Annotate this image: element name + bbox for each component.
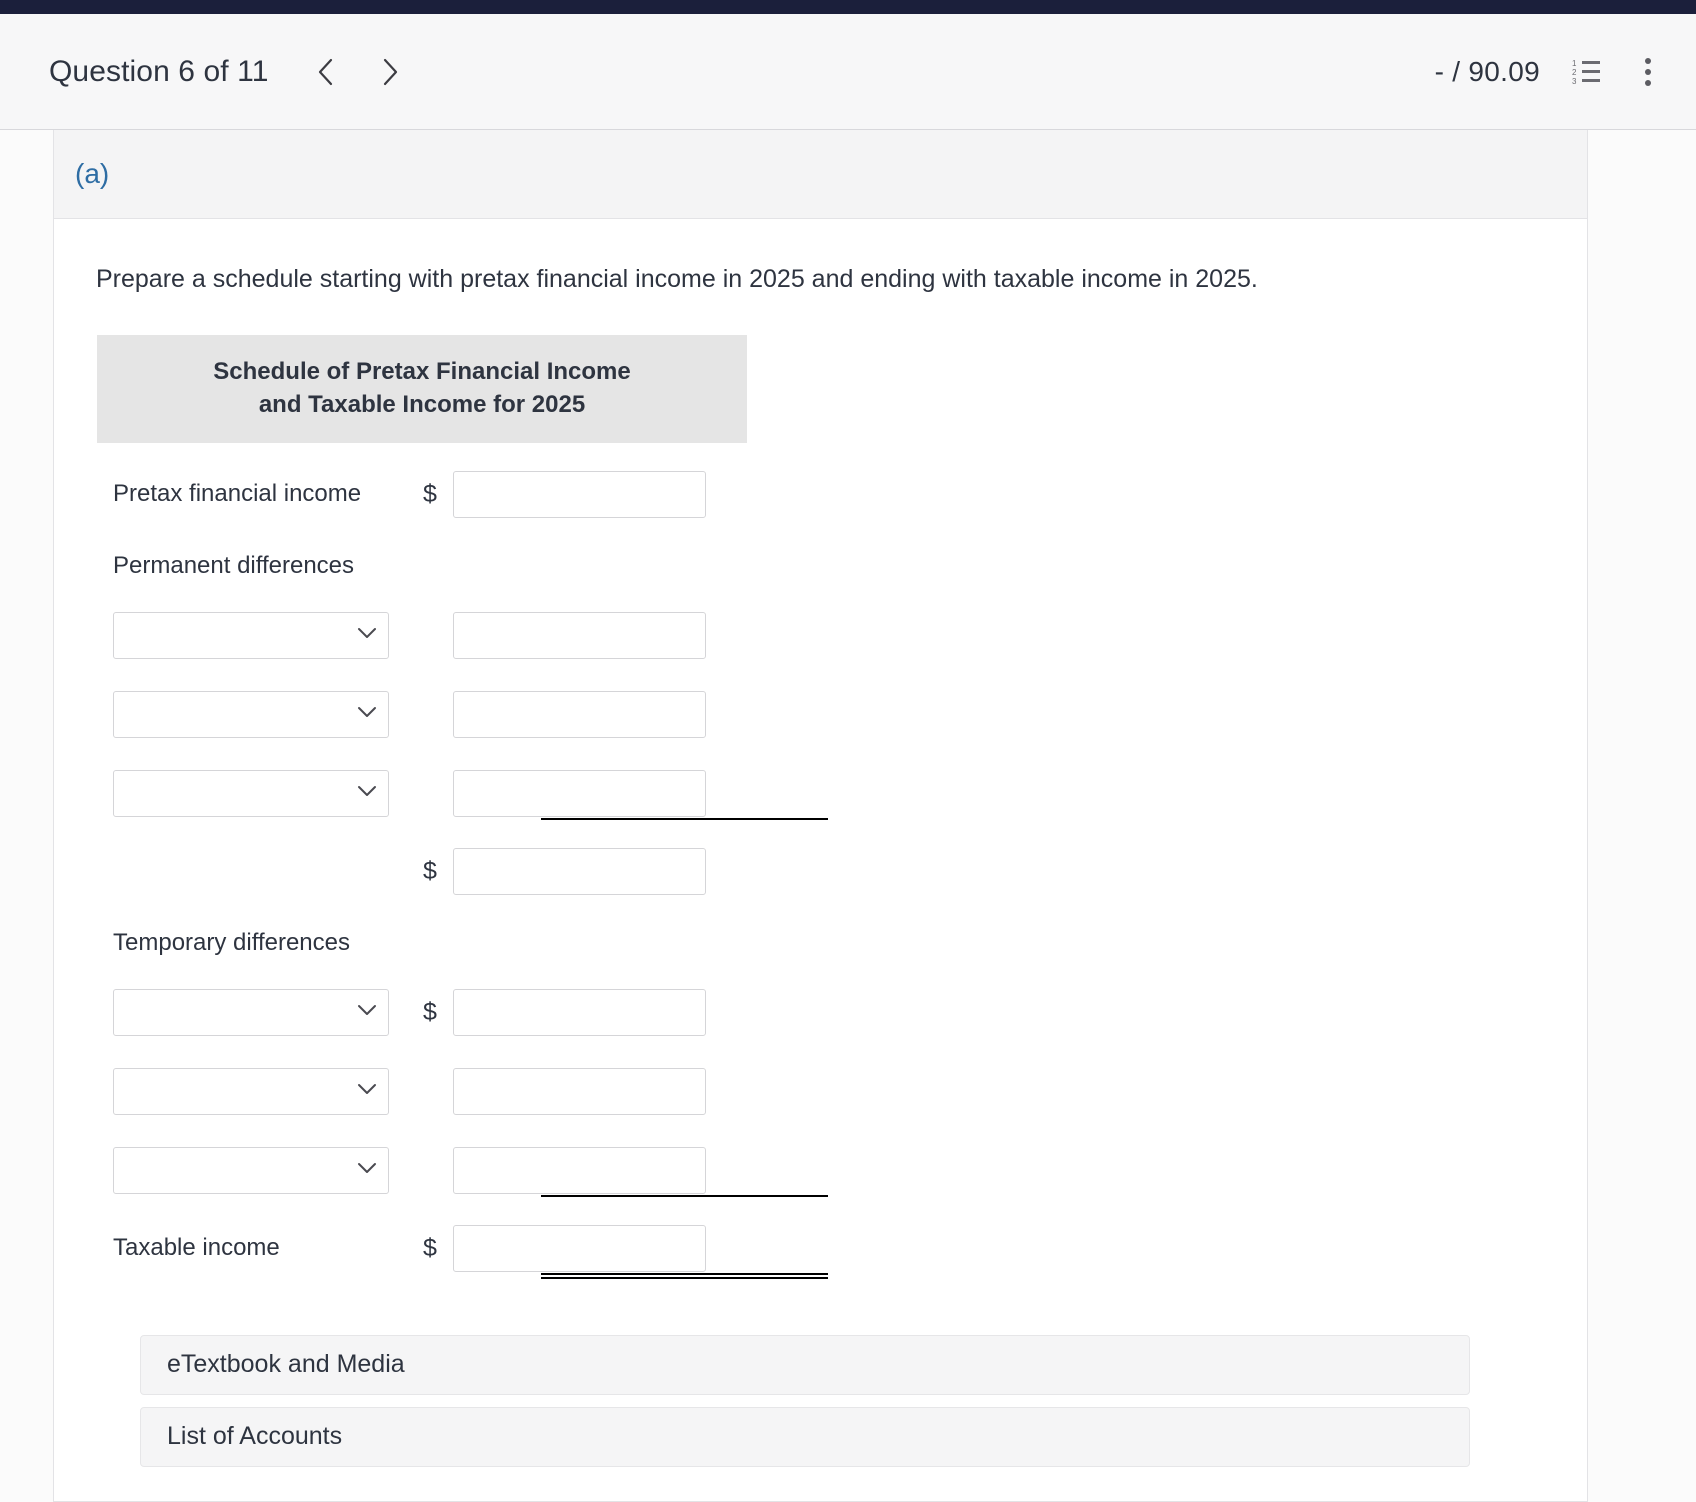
temporary-difference-2-input[interactable]	[453, 1067, 706, 1115]
chevron-left-icon[interactable]	[313, 55, 339, 89]
kebab-dot-3	[1645, 79, 1651, 86]
header-right-group: - / 90.09 1 2 3	[1435, 55, 1662, 89]
taxable-income-input[interactable]	[453, 1224, 706, 1272]
schedule-title-line-1: Schedule of Pretax Financial Income	[213, 357, 631, 385]
dollar-placeholder-temp-2: $	[423, 1077, 453, 1106]
dollar-sign-temporary-1: $	[423, 997, 437, 1026]
row-taxable-income: Taxable income $	[97, 1222, 828, 1279]
dollar-sign-permanent-subtotal: $	[423, 856, 437, 885]
permanent-difference-1-input[interactable]	[453, 611, 706, 659]
dollar-placeholder-perm-2: $	[423, 700, 453, 729]
permanent-difference-3-input[interactable]	[453, 769, 706, 817]
row-temporary-difference-2: $	[97, 1065, 797, 1118]
row-permanent-difference-3: $	[97, 767, 828, 820]
taxable-income-total-rule	[541, 1272, 828, 1279]
page-background: (a) Prepare a schedule starting with pre…	[0, 130, 1696, 1502]
permanent-differences-subtotal-input[interactable]	[453, 847, 706, 895]
dollar-sign-taxable-income: $	[423, 1233, 437, 1262]
kebab-dot-1	[1645, 57, 1651, 64]
temporary-difference-3-select[interactable]	[113, 1146, 389, 1194]
resource-buttons: eTextbook and Media List of Accounts	[140, 1334, 1470, 1467]
question-navigation	[313, 55, 403, 89]
dollar-placeholder-temp-3: $	[423, 1156, 453, 1185]
permanent-difference-1-select[interactable]	[113, 611, 389, 659]
etextbook-and-media-button[interactable]: eTextbook and Media	[140, 1334, 1470, 1395]
question-header: Question 6 of 11 - / 90.09 1 2 3	[0, 14, 1696, 130]
dollar-placeholder-perm-1: $	[423, 621, 453, 650]
part-label: (a)	[75, 158, 110, 189]
schedule-table: Schedule of Pretax Financial Income and …	[97, 334, 828, 1279]
schedule-title: Schedule of Pretax Financial Income and …	[97, 334, 747, 443]
permanent-difference-3-select[interactable]	[113, 769, 389, 817]
svg-text:3: 3	[1572, 77, 1577, 86]
question-body: Prepare a schedule starting with pretax …	[54, 219, 1587, 1467]
dollar-sign-pretax: $	[423, 479, 437, 508]
temporary-differences-heading: Temporary differences	[113, 928, 350, 956]
temporary-difference-3-input[interactable]	[453, 1146, 706, 1194]
kebab-dot-2	[1645, 68, 1651, 75]
svg-text:2: 2	[1572, 68, 1577, 77]
permanent-difference-2-select[interactable]	[113, 690, 389, 738]
top-accent-bar	[0, 0, 1696, 14]
temporary-difference-1-select-wrap	[113, 988, 389, 1036]
temporary-difference-2-select[interactable]	[113, 1067, 389, 1115]
page-title: Question 6 of 11	[49, 54, 269, 88]
row-permanent-difference-1: $	[97, 609, 797, 662]
list-of-accounts-button[interactable]: List of Accounts	[140, 1406, 1470, 1467]
row-temporary-difference-1: $	[97, 986, 797, 1039]
taxable-income-label: Taxable income	[113, 1234, 280, 1262]
permanent-difference-2-input[interactable]	[453, 690, 706, 738]
svg-text:1: 1	[1572, 59, 1577, 68]
permanent-difference-1-select-wrap	[113, 611, 389, 659]
kebab-menu-icon[interactable]	[1634, 55, 1662, 89]
permanent-differences-heading: Permanent differences	[113, 551, 355, 579]
chevron-right-icon[interactable]	[377, 55, 403, 89]
part-header: (a)	[54, 130, 1587, 219]
dollar-placeholder-perm-3: $	[423, 779, 453, 808]
permanent-difference-3-select-wrap	[113, 769, 389, 817]
row-permanent-differences-subtotal: $	[97, 845, 797, 898]
score-display: - / 90.09	[1434, 55, 1540, 87]
row-pretax-financial-income: Pretax financial income $	[97, 468, 797, 521]
permanent-difference-2-select-wrap	[113, 690, 389, 738]
permanent-differences-subtotal-rule	[541, 817, 828, 820]
pretax-financial-income-input[interactable]	[453, 470, 706, 518]
pretax-financial-income-label: Pretax financial income	[113, 480, 362, 508]
schedule-title-line-2: and Taxable Income for 2025	[258, 390, 586, 418]
temporary-differences-subtotal-rule	[541, 1194, 828, 1197]
temporary-difference-1-input[interactable]	[453, 988, 706, 1036]
temporary-difference-2-select-wrap	[113, 1067, 389, 1115]
row-permanent-difference-2: $	[97, 688, 797, 741]
temporary-difference-3-select-wrap	[113, 1146, 389, 1194]
temporary-difference-1-select[interactable]	[113, 988, 389, 1036]
instruction-text: Prepare a schedule starting with pretax …	[96, 265, 1258, 293]
row-temporary-difference-3: $	[97, 1144, 828, 1197]
numbered-list-icon[interactable]: 1 2 3	[1572, 58, 1602, 86]
question-card: (a) Prepare a schedule starting with pre…	[53, 130, 1588, 1502]
